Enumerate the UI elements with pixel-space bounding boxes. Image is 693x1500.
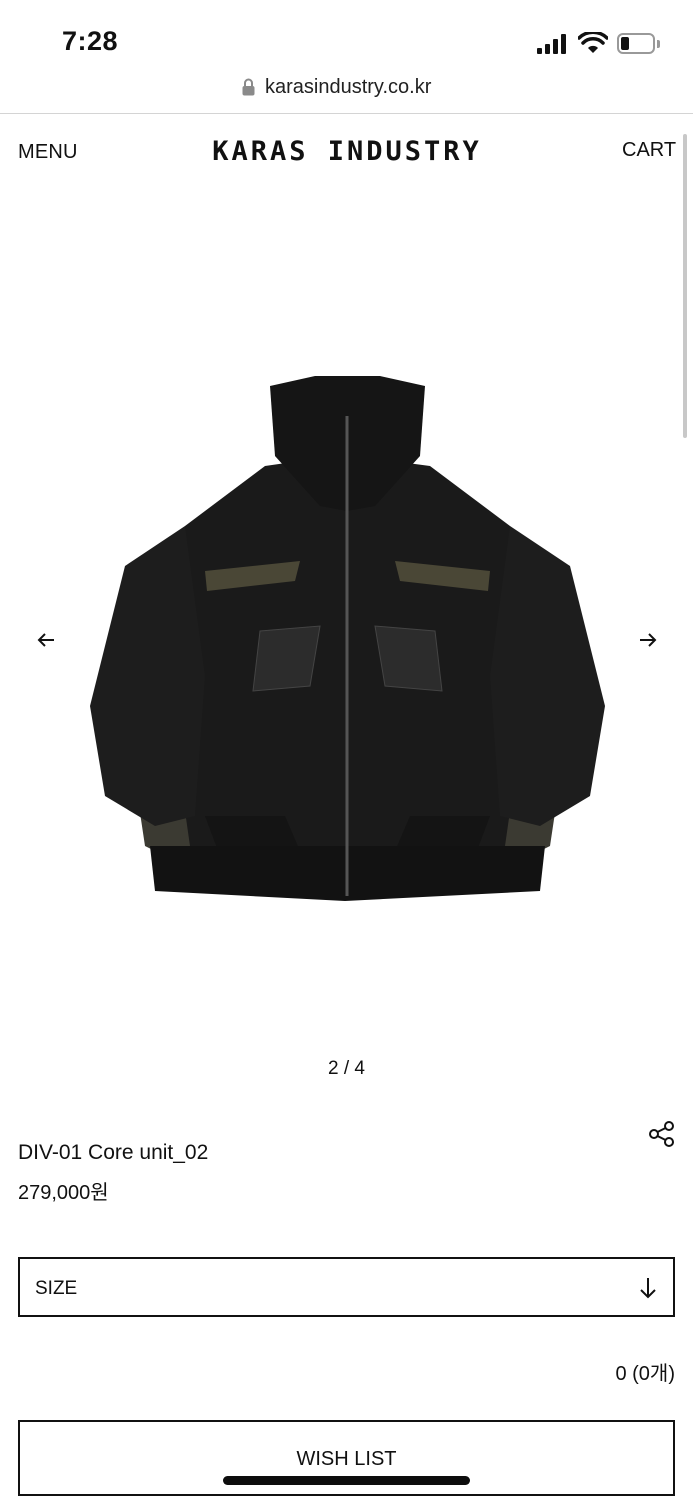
site-header: MENU KARAS INDUSTRY CART bbox=[0, 114, 693, 186]
wish-list-label: WISH LIST bbox=[296, 1448, 397, 1470]
product-price: 279,000원 bbox=[18, 1182, 109, 1204]
status-time: 7:28 bbox=[62, 26, 119, 56]
arrow-left-icon[interactable] bbox=[34, 628, 58, 652]
product-gallery[interactable] bbox=[0, 186, 693, 1046]
lock-icon bbox=[242, 78, 255, 96]
arrow-right-icon[interactable] bbox=[636, 628, 660, 652]
brand-logo[interactable]: KARAS INDUSTRY bbox=[180, 136, 514, 166]
status-bar: 7:28 bbox=[0, 0, 693, 70]
url-text[interactable]: karasindustry.co.kr bbox=[265, 76, 431, 99]
arrow-down-icon bbox=[640, 1278, 656, 1299]
wifi-icon bbox=[578, 32, 608, 53]
svg-text:KARAS INDUSTRY: KARAS INDUSTRY bbox=[212, 136, 482, 166]
address-bar[interactable]: karasindustry.co.kr bbox=[0, 70, 693, 114]
size-select-label: SIZE bbox=[35, 1278, 78, 1299]
size-select[interactable]: SIZE bbox=[18, 1257, 675, 1317]
share-icon[interactable] bbox=[648, 1120, 676, 1148]
battery-icon bbox=[617, 33, 655, 54]
menu-button[interactable]: MENU bbox=[18, 141, 78, 164]
product-image bbox=[90, 376, 605, 901]
cart-button[interactable]: CART bbox=[622, 139, 676, 162]
home-indicator bbox=[223, 1476, 470, 1485]
quantity-total: 0 (0개) bbox=[615, 1363, 675, 1385]
product-name: DIV-01 Core unit_02 bbox=[18, 1141, 209, 1164]
signal-icon bbox=[537, 34, 569, 54]
gallery-pager: 2 / 4 bbox=[328, 1058, 365, 1079]
